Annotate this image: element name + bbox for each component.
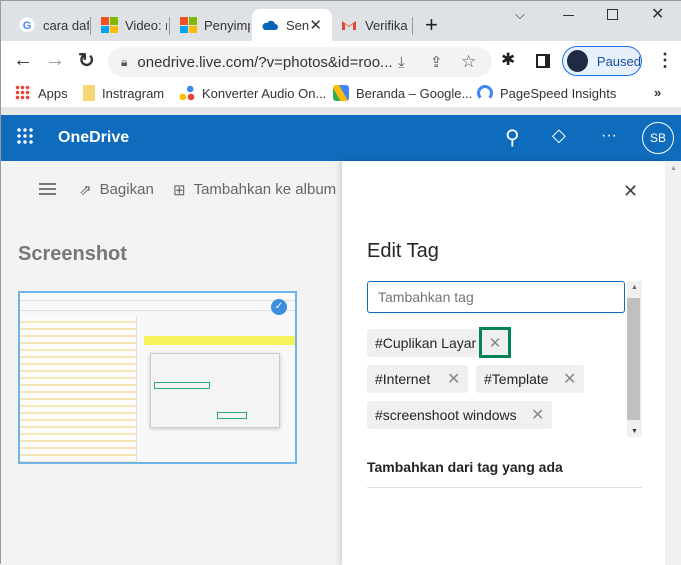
maximize-button[interactable] (607, 9, 618, 20)
bookmark-pagespeed[interactable]: PageSpeed Insights (477, 85, 616, 101)
add-tag-input[interactable] (367, 281, 625, 313)
microsoft-icon (180, 17, 197, 33)
tab-strip: G cara daf Video: r Penyimp Sen ✕ Verifi… (1, 1, 681, 41)
remove-tag-icon[interactable]: ✕ (563, 369, 576, 389)
photo-view: ⇗ Bagikan ⊞ Tambahkan ke album Screenshot … (1, 161, 342, 565)
tag-label: #Cuplikan Layar (375, 335, 477, 351)
tag-chip: #Internet ✕ (367, 365, 468, 393)
google-icon: G (19, 17, 35, 33)
tab-penyimpanan[interactable]: Penyimp (170, 9, 250, 41)
remove-tag-icon[interactable]: ✕ (479, 327, 511, 358)
remove-tag-icon[interactable]: ✕ (531, 405, 544, 425)
profile-status: Paused (596, 53, 641, 69)
back-button[interactable]: ← (13, 49, 33, 72)
bookmark-label: Konverter Audio On... (202, 85, 327, 101)
tag-chip: #Template ✕ (476, 365, 584, 393)
share-label: Bagikan (99, 181, 154, 198)
lock-icon: 🔒︎ (121, 54, 128, 69)
tag-label: #Internet (375, 371, 431, 387)
album-title: Screenshot (18, 243, 127, 265)
bookmark-instragram[interactable]: Instragram (83, 85, 164, 101)
profile-button[interactable]: Paused (562, 46, 642, 76)
apps-grid-icon (15, 85, 31, 101)
tab-gmail[interactable]: Verifika (331, 9, 409, 41)
tab-title: Video: r (125, 17, 167, 33)
tag-label: #Template (484, 371, 549, 387)
tab-search-chevron-icon[interactable]: ⌵ (515, 7, 525, 23)
google-ads-icon (333, 85, 349, 101)
dots-icon (179, 85, 195, 101)
bookmark-label: Instragram (102, 85, 165, 101)
avatar (567, 50, 588, 72)
share-button[interactable]: ⇗ Bagikan (79, 181, 154, 199)
remove-tag-icon[interactable]: ✕ (447, 369, 460, 389)
bookmark-label: PageSpeed Insights (500, 85, 617, 101)
chrome-menu-icon[interactable]: ⋮ (656, 50, 674, 71)
reload-button[interactable]: ↻ (78, 48, 95, 73)
tab-video[interactable]: Video: r (91, 9, 167, 41)
search-icon[interactable]: ⚲ (505, 125, 520, 150)
tag-label: #screenshoot windows (375, 407, 517, 423)
tab-google[interactable]: G cara daf (9, 9, 89, 41)
tab-onedrive-active[interactable]: Sen ✕ (252, 9, 332, 41)
tag-chip: #screenshoot windows ✕ (367, 401, 552, 429)
divider (1, 107, 681, 115)
add-to-album-button[interactable]: ⊞ Tambahkan ke album (173, 181, 336, 199)
menu-icon[interactable] (39, 183, 56, 195)
microsoft-icon (101, 17, 118, 33)
edit-tag-panel: ✕ Edit Tag ▲ ▼ #Cuplikan Layar ✕ #Intern… (342, 161, 665, 565)
close-tab-icon[interactable]: ✕ (309, 16, 322, 34)
existing-tags-heading: Tambahkan dari tag yang ada (367, 459, 563, 475)
bookmark-label: Beranda – Google... (356, 85, 473, 101)
url-text: onedrive.live.com/?v=photos&id=roo... (137, 53, 393, 71)
add-photo-icon: ⊞ (173, 182, 186, 199)
divider (367, 487, 642, 488)
bookmark-label: Apps (38, 85, 68, 101)
bookmark-star-icon[interactable]: ☆ (461, 52, 476, 72)
minimize-button[interactable] (563, 15, 574, 16)
app-launcher-icon[interactable] (16, 127, 34, 145)
bookmarks-bar: Apps Instragram Konverter Audio On... Be… (1, 81, 681, 107)
pagespeed-icon (477, 85, 493, 101)
side-panel-icon[interactable] (536, 54, 550, 68)
address-bar[interactable]: 🔒︎ onedrive.live.com/?v=photos&id=roo...… (108, 47, 492, 77)
share-icon[interactable]: ⇪ (430, 53, 443, 71)
more-button[interactable]: ··· (601, 127, 617, 145)
panel-title: Edit Tag (367, 240, 439, 262)
bookmark-beranda[interactable]: Beranda – Google... (333, 85, 472, 101)
svg-text:G: G (23, 20, 32, 32)
tab-title: Sen (286, 17, 310, 33)
bookmark-konverter[interactable]: Konverter Audio On... (179, 85, 326, 101)
forward-button[interactable]: → (45, 49, 65, 72)
page-scrollbar[interactable]: ▲ (665, 161, 681, 565)
tab-title: Penyimp (204, 17, 250, 33)
brand-name[interactable]: OneDrive (58, 129, 129, 147)
selected-check-icon: ✓ (271, 299, 287, 315)
account-avatar[interactable]: SB (642, 122, 674, 154)
share-icon: ⇗ (79, 182, 92, 199)
photo-thumbnail[interactable]: ✓ (18, 291, 297, 464)
tag-chip: #Cuplikan Layar (367, 329, 479, 357)
extensions-puzzle-icon[interactable]: ✱ (501, 50, 515, 70)
bookmark-apps[interactable]: Apps (15, 85, 68, 101)
folder-icon (83, 85, 95, 101)
add-album-label: Tambahkan ke album (193, 181, 337, 198)
gmail-icon (342, 21, 356, 30)
tab-title: cara daf (43, 17, 89, 33)
tags-scrollbar[interactable]: ▲ ▼ (627, 281, 642, 437)
onedrive-header: OneDrive ⚲ ◇ ··· SB (1, 115, 681, 161)
new-tab-button[interactable]: + (425, 12, 438, 38)
onedrive-cloud-icon (262, 20, 278, 30)
more-bookmarks-button[interactable]: » (654, 85, 661, 100)
premium-diamond-icon[interactable]: ◇ (552, 125, 566, 146)
install-icon[interactable]: ⤓ (398, 54, 405, 71)
close-panel-button[interactable]: ✕ (623, 181, 638, 202)
close-window-button[interactable]: ✕ (651, 4, 664, 24)
tab-title: Verifika (365, 17, 408, 33)
